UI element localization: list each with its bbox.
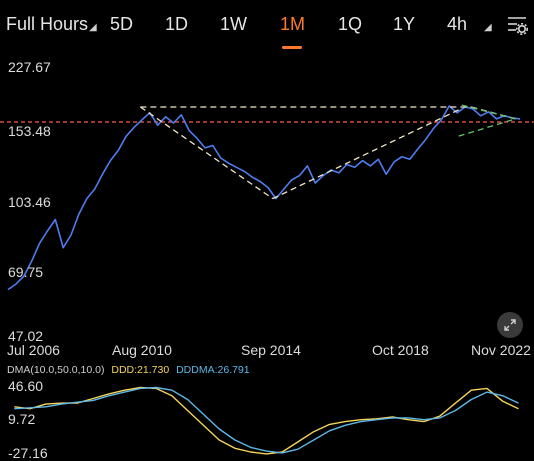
tab-1y[interactable]: 1Y (393, 14, 415, 35)
y-tick-label: 153.48 (8, 123, 51, 139)
y-tick-label: 227.67 (8, 59, 51, 75)
expand-icon (504, 319, 516, 331)
dma-indicator-chart[interactable] (0, 372, 534, 461)
y-tick-label: 103.46 (8, 194, 51, 210)
tab-4h[interactable]: 4h ◢ (447, 14, 492, 35)
y-tick-label: 69.75 (8, 264, 44, 280)
price-series-line (7, 105, 521, 291)
tab-1q[interactable]: 1Q (338, 14, 362, 35)
trendline-annotation (458, 118, 516, 137)
fullscreen-button[interactable] (497, 312, 523, 338)
ddd-series-line (14, 386, 519, 455)
indicator-y-tick-label: 46.60 (8, 378, 44, 394)
indicator-y-tick-label: -27.16 (8, 445, 48, 461)
caret-down-icon: ◢ (89, 22, 97, 33)
x-tick-label: Nov 2022 (471, 342, 531, 358)
trendline-annotation (139, 106, 274, 200)
tab-1m[interactable]: 1M (280, 14, 305, 35)
price-chart[interactable] (0, 52, 534, 364)
trendline-annotation (272, 109, 459, 200)
tab-1w[interactable]: 1W (220, 14, 247, 35)
x-tick-label: Jul 2006 (7, 342, 60, 358)
tab-full-hours-label: Full Hours (6, 14, 89, 34)
x-tick-label: Aug 2010 (112, 342, 172, 358)
tab-1d[interactable]: 1D (165, 14, 188, 35)
tab-4h-label: 4h (447, 14, 468, 34)
x-tick-label: Sep 2014 (241, 342, 301, 358)
x-tick-label: Oct 2018 (372, 342, 429, 358)
period-tab-bar: Full Hours ◢ 5D 1D 1W 1M 1Q 1Y 4h ◢ (0, 0, 534, 52)
tab-5d[interactable]: 5D (110, 14, 133, 35)
settings-icon[interactable] (506, 14, 528, 36)
active-tab-indicator (282, 46, 302, 49)
caret-down-icon: ◢ (484, 22, 492, 33)
indicator-y-tick-label: 9.72 (8, 411, 36, 427)
dddma-series-line (14, 386, 519, 454)
tab-full-hours[interactable]: Full Hours ◢ (6, 14, 97, 35)
